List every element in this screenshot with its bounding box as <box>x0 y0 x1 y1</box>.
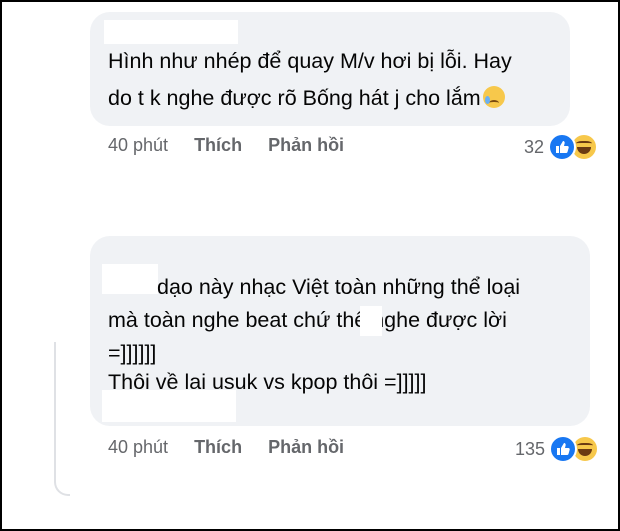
like-icon <box>548 133 577 161</box>
comment-bubble: dạo này nhạc Việt toàn những thể loại mà… <box>90 236 590 426</box>
reply-thread-line <box>54 342 70 496</box>
redacted-username <box>104 20 238 44</box>
comment-text-line: mà toàn nghe beat chứ thể nghe được lời <box>108 308 507 332</box>
reaction-summary[interactable]: 135 <box>515 435 600 463</box>
reaction-count: 32 <box>524 136 545 157</box>
comment-text-line: dạo này nhạc Việt toàn những thể loại <box>157 275 521 299</box>
comment-bubble: Hình như nhép để quay M/v hơi bị lỗi. Ha… <box>90 12 570 126</box>
reply-button[interactable]: Phản hồi <box>268 135 344 156</box>
reply-button[interactable]: Phản hồi <box>268 437 344 458</box>
screenshot-frame: Hình như nhép để quay M/v hơi bị lỗi. Ha… <box>0 0 620 531</box>
comment-timestamp[interactable]: 40 phút <box>108 135 168 156</box>
like-icon <box>549 435 578 463</box>
reaction-count: 135 <box>515 438 546 459</box>
comment-timestamp[interactable]: 40 phút <box>108 437 168 458</box>
redacted-username <box>102 264 158 294</box>
comment-meta: 40 phút Thích Phản hồi <box>108 437 344 458</box>
crying-face-emoji-icon <box>482 86 505 108</box>
comment-text-line: do t k nghe được rõ Bống hát j cho lắm <box>108 82 505 115</box>
reaction-summary[interactable]: 32 <box>524 133 599 161</box>
comment-text-line: Hình như nhép để quay M/v hơi bị lỗi. Ha… <box>108 49 512 73</box>
redacted-area <box>102 390 236 422</box>
redacted-word <box>360 306 382 336</box>
comment-meta: 40 phút Thích Phản hồi <box>108 135 344 156</box>
like-button[interactable]: Thích <box>194 437 242 458</box>
like-button[interactable]: Thích <box>194 135 242 156</box>
